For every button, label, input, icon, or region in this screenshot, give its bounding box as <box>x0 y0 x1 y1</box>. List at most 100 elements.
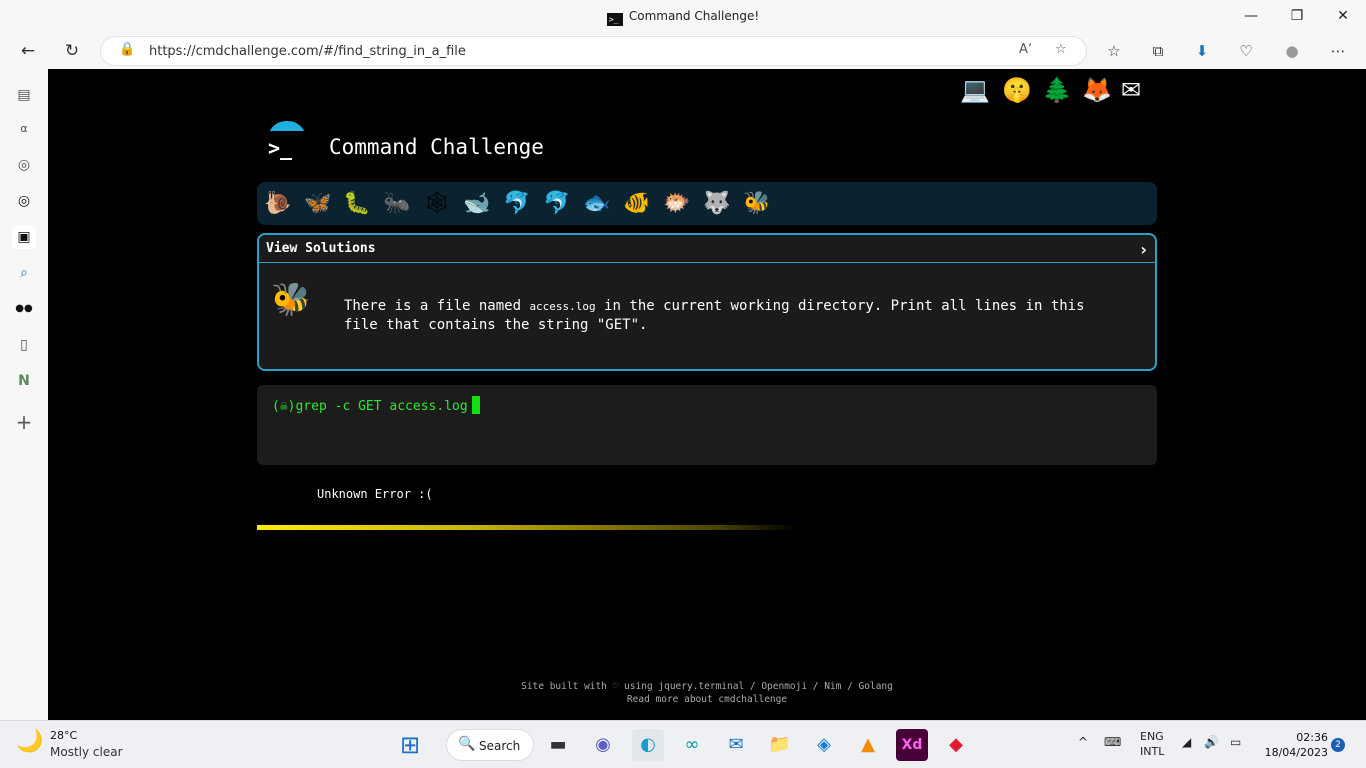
mail-icon[interactable]: ✉ <box>720 729 752 761</box>
challenge-description: There is a file named access.log in the … <box>344 298 1085 333</box>
dolphin-icon[interactable]: 🐬 <box>502 189 532 219</box>
start-button[interactable]: ⊞ <box>394 729 426 761</box>
minimize-button[interactable]: — <box>1236 6 1266 26</box>
gitlab-icon[interactable]: 🦊 <box>1082 75 1112 105</box>
clock[interactable]: 02:36 18/04/2023 <box>1258 730 1328 760</box>
crying-cat-icon: 😿 <box>266 471 306 515</box>
ant-icon[interactable]: 🐜 <box>382 189 412 219</box>
edge-browser-icon[interactable]: ◐ <box>632 729 664 761</box>
profile-avatar-icon[interactable]: ● <box>1278 37 1306 65</box>
search-icon: 🔍 <box>458 736 476 752</box>
taskbar-search[interactable]: 🔍 Search <box>446 729 534 761</box>
olx-tab-icon[interactable]: α <box>12 117 36 141</box>
keyboard-layout[interactable]: INTL <box>1140 745 1164 758</box>
blowfish-icon[interactable]: 🐡 <box>662 189 692 219</box>
tree-icon[interactable]: 🌲 <box>1042 75 1072 105</box>
maximize-button[interactable]: ❐ <box>1282 6 1312 26</box>
terminal-cursor <box>471 396 480 414</box>
read-aloud-icon[interactable]: Aʼ <box>1019 42 1032 57</box>
airtel-icon[interactable]: ◆ <box>940 729 972 761</box>
teams-chat-icon[interactable]: ◉ <box>587 729 619 761</box>
url-text[interactable]: https://cmdchallenge.com/#/find_string_i… <box>149 44 466 59</box>
command-input[interactable]: grep -c GET access.log <box>295 399 467 414</box>
touch-keyboard-icon[interactable]: ⌨ <box>1104 735 1121 749</box>
browser-toolbar: ← ↻ 🔒 https://cmdchallenge.com/#/find_st… <box>0 33 1366 69</box>
favorites-icon[interactable]: ☆ <box>1100 37 1128 65</box>
arduino-icon[interactable]: ∞ <box>676 729 708 761</box>
add-favorite-icon[interactable]: ☆ <box>1055 42 1067 57</box>
page-content: 💻 🤫 🌲 🦊 ✉ >_ Command Challenge 🐌 🦋 🐛 🐜 🕸… <box>48 69 1366 720</box>
terminal-favicon-icon: >_ <box>606 13 623 26</box>
settings-more-icon[interactable]: ⋯ <box>1324 37 1352 65</box>
document-tab-icon[interactable]: ▯ <box>12 333 36 357</box>
terminal[interactable]: (☠)grep -c GET access.log <box>257 385 1157 465</box>
close-window-button[interactable]: ✕ <box>1328 6 1358 26</box>
show-hidden-icons-chevron-icon[interactable]: ^ <box>1078 735 1088 749</box>
wolf-icon[interactable]: 🐺 <box>702 189 732 219</box>
app-logo: >_ <box>266 121 308 165</box>
file-explorer-icon[interactable]: 📁 <box>764 729 796 761</box>
tropical-fish-icon[interactable]: 🐠 <box>622 189 652 219</box>
clock-time[interactable]: 02:36 <box>1258 730 1328 745</box>
back-button[interactable]: ← <box>14 37 42 65</box>
medium-tab-icon[interactable]: ●● <box>12 297 36 321</box>
address-bar[interactable]: 🔒 https://cmdchallenge.com/#/find_string… <box>100 36 1087 66</box>
snail-icon[interactable]: 🐌 <box>263 189 293 219</box>
butterfly-icon[interactable]: 🦋 <box>303 189 333 219</box>
browser-essentials-icon[interactable]: ♡ <box>1232 37 1260 65</box>
vlc-icon[interactable]: ▲ <box>852 729 884 761</box>
challenge-level-bar: 🐌 🦋 🐛 🐜 🕸 🐋 🐬 🐬 🐟 🐠 🐡 🐺 🐝 <box>257 182 1157 225</box>
bee-icon[interactable]: 🐝 <box>742 189 772 219</box>
github-tab-icon-2[interactable]: ◎ <box>12 189 36 213</box>
error-message: Unknown Error :( <box>317 487 433 501</box>
cmdchallenge-tab-icon[interactable]: ▣ <box>12 225 36 249</box>
tab-actions-icon[interactable]: ▤ <box>12 83 36 107</box>
battery-icon[interactable]: ▭ <box>1230 735 1241 749</box>
clock-date[interactable]: 18/04/2023 <box>1258 745 1328 760</box>
filename-code: access.log <box>529 300 596 313</box>
page-title: Command Challenge <box>329 135 544 159</box>
volume-icon[interactable]: 🔊 <box>1204 735 1219 749</box>
result-progress-bar <box>257 525 797 530</box>
spider-web-icon[interactable]: 🕸 <box>422 189 452 219</box>
dolphin-icon-2[interactable]: 🐬 <box>542 189 572 219</box>
caterpillar-icon[interactable]: 🐛 <box>342 189 372 219</box>
whale-icon[interactable]: 🐋 <box>462 189 492 219</box>
challenge-card: View Solutions › 🐝 There is a file named… <box>257 233 1157 371</box>
refresh-button[interactable]: ↻ <box>58 37 86 65</box>
weather-moon-icon[interactable]: 🌙 <box>16 729 43 754</box>
weather-temperature[interactable]: 28°C <box>50 729 77 742</box>
language-code[interactable]: ENG <box>1140 730 1164 743</box>
weather-description[interactable]: Mostly clear <box>50 745 123 759</box>
view-solutions-header[interactable]: View Solutions › <box>259 235 1155 263</box>
terminal-input-line[interactable]: (☠)grep -c GET access.log <box>272 396 480 414</box>
view-solutions-label[interactable]: View Solutions <box>266 241 376 256</box>
envelope-icon[interactable]: ✉ <box>1121 75 1141 105</box>
downloads-icon[interactable]: ⬇ <box>1188 37 1216 65</box>
fish-icon[interactable]: 🐟 <box>582 189 612 219</box>
shush-face-icon[interactable]: 🤫 <box>1002 75 1032 105</box>
notification-badge[interactable]: 2 <box>1331 738 1345 752</box>
vscode-icon[interactable]: ◈ <box>808 729 840 761</box>
bee-task-icon: 🐝 <box>271 280 311 318</box>
logo-prompt: >_ <box>266 131 308 165</box>
window-title: >_ Command Challenge! <box>606 9 760 26</box>
github-tab-icon[interactable]: ◎ <box>12 153 36 177</box>
footer-read-more-link[interactable]: Read more about cmdchallenge <box>48 694 1366 705</box>
search-label: Search <box>479 739 521 753</box>
search-tab-icon[interactable]: ⌕ <box>12 261 36 285</box>
taskbar: 🌙 28°C Mostly clear ⊞ 🔍 Search ▬ ◉ ◐ ∞ ✉… <box>0 720 1366 768</box>
terminal-prompt: (☠) <box>272 399 296 414</box>
task-view-icon[interactable]: ▬ <box>542 729 574 761</box>
terminal-link-icon[interactable]: 💻 <box>960 75 990 105</box>
wifi-icon[interactable]: ◢ <box>1182 735 1191 749</box>
add-tab-icon[interactable]: + <box>12 410 36 434</box>
footer-credits[interactable]: Site built with ♡ using jquery.terminal … <box>48 681 1366 692</box>
adobe-xd-icon[interactable]: Xd <box>896 729 928 761</box>
window-title-bar: >_ Command Challenge! — ❐ ✕ <box>0 0 1366 33</box>
chevron-right-icon[interactable]: › <box>1140 240 1147 259</box>
lock-icon[interactable]: 🔒 <box>119 42 135 57</box>
browser-sidebar: ▤ α ◎ ◎ ▣ ⌕ ●● ▯ N + <box>0 69 48 720</box>
collections-icon[interactable]: ⧉ <box>1144 37 1172 65</box>
n-tab-icon[interactable]: N <box>12 369 36 393</box>
